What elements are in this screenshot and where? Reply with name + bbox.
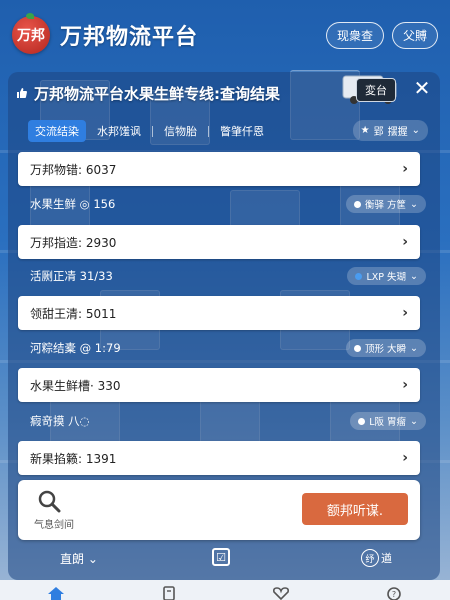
svg-text:?: ? (392, 590, 396, 599)
close-button[interactable]: ✕ (410, 76, 434, 100)
list-item-text: 万邦指造: 2930 (30, 235, 117, 250)
chevron-right-icon: › (402, 305, 408, 321)
chevron-right-icon: › (402, 234, 408, 250)
header-query-button[interactable]: 现衆查 (325, 21, 384, 49)
list-item[interactable]: 领甜王清: 5011 › (18, 296, 420, 330)
filter-label: 郢 (373, 127, 384, 138)
heart-icon[interactable] (272, 586, 290, 600)
list-section-header: 活劂正凊 31/33 LXP 失瑚 ⌄ (30, 265, 426, 287)
ring-icon: 纾 (361, 549, 379, 567)
list-item-text: 领甜王清: 5011 (30, 306, 117, 321)
app-title: 万邦物流平台 (60, 25, 199, 50)
chevron-down-icon: ⌄ (411, 125, 420, 136)
list-item[interactable]: 新果掐籁: 1391 › (18, 441, 420, 475)
chevron-right-icon: › (402, 450, 408, 466)
list-item-text: 万邦物错: 6037 (30, 162, 117, 177)
search-card: 气息剑间 额邦听谋. (18, 480, 420, 540)
tab-divider (208, 125, 209, 137)
checkbox-icon[interactable]: ☑ (212, 548, 230, 566)
panel-bottom-bar: 直朗 ⌄ ☑ 纾 遒 (0, 540, 450, 576)
tab-bar: 交流结染 水邦馐讽 信物胎 瞥肇仟恩 (28, 120, 271, 142)
section-text: 瘕竒摸 八◌ (30, 414, 90, 428)
tab-exchange-results[interactable]: 交流结染 (28, 120, 86, 142)
settings-label: 遒 (381, 552, 392, 565)
star-icon: ★ (360, 125, 370, 136)
section-text: 水果生鲜 ◎ 156 (30, 197, 116, 211)
sort-dropdown[interactable]: 直朗 ⌄ (60, 550, 98, 567)
chevron-right-icon: › (402, 377, 408, 393)
header-actions: 现衆查 父賻 (325, 21, 438, 49)
list-item[interactable]: 万邦指造: 2930 › (18, 225, 420, 259)
home-icon[interactable] (47, 586, 65, 600)
thumb-up-icon (17, 88, 27, 98)
help-icon[interactable]: ? (385, 586, 403, 600)
document-icon[interactable] (160, 586, 178, 600)
search-label: 气息剑间 (34, 520, 74, 531)
filter-value: 摆握 (387, 127, 408, 138)
panel-title: 万邦物流平台水果生鲜专线:查询结果 (34, 84, 281, 103)
tab-alerts[interactable]: 瞥肇仟恩 (213, 120, 271, 142)
status-pill[interactable]: 衡驿 方筐 ⌄ (346, 195, 426, 213)
app-header: 万邦 万邦物流平台 现衆查 父賻 (0, 0, 450, 70)
submit-query-button[interactable]: 额邦听谋. (302, 493, 408, 525)
truck-badge[interactable]: 変台 (356, 78, 396, 102)
settings-control[interactable]: 纾 遒 (361, 549, 392, 567)
status-pill[interactable]: L阪 胃瘤 ⌄ (350, 412, 426, 430)
header-account-button[interactable]: 父賻 (391, 21, 438, 49)
list-item-text: 新果掐籁: 1391 (30, 451, 117, 466)
list-item-text: 水果生鲜槽· 330 (30, 378, 121, 393)
list-section-header: 水果生鲜 ◎ 156 衡驿 方筐 ⌄ (30, 193, 426, 215)
list-section-header: 瘕竒摸 八◌ L阪 胃瘤 ⌄ (30, 410, 426, 432)
section-text: 活劂正凊 31/33 (30, 269, 113, 283)
section-text: 河粽结橐 @ 1:79 (30, 341, 121, 355)
app-logo: 万邦 (12, 13, 50, 54)
chevron-right-icon: › (402, 161, 408, 177)
list-section-header: 河粽结橐 @ 1:79 顶形 大瞬 ⌄ (30, 337, 426, 359)
status-pill[interactable]: 顶形 大瞬 ⌄ (346, 339, 426, 357)
tab-divider (152, 125, 153, 137)
status-pill[interactable]: LXP 失瑚 ⌄ (347, 267, 426, 285)
list-item[interactable]: 水果生鲜槽· 330 › (18, 368, 420, 402)
tab-water-route[interactable]: 水邦馐讽 (90, 120, 148, 142)
list-item[interactable]: 万邦物错: 6037 › (18, 152, 420, 186)
filter-dropdown[interactable]: ★ 郢 摆握 ⌄ (352, 120, 428, 141)
bottom-nav: ? (0, 580, 450, 600)
search-icon[interactable] (36, 488, 62, 514)
tab-letters[interactable]: 信物胎 (157, 120, 204, 142)
